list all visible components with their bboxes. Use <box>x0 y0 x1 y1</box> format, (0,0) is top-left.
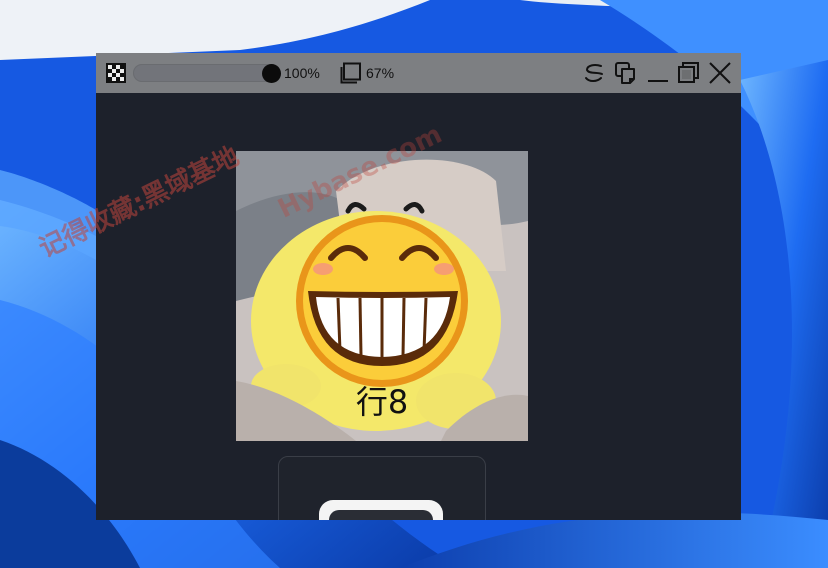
opacity-slider-knob[interactable] <box>262 64 281 83</box>
opacity-slider-track[interactable] <box>133 64 275 82</box>
minimize-icon[interactable] <box>644 53 672 93</box>
pin-icon[interactable] <box>582 53 608 93</box>
zoom-frame-icon[interactable] <box>339 53 363 93</box>
restore-icon[interactable] <box>676 53 702 93</box>
checkerboard-icon[interactable] <box>105 53 127 93</box>
bottom-action-button[interactable] <box>319 500 443 520</box>
opacity-value: 100% <box>284 65 320 81</box>
image-viewer-window[interactable]: 100% 67% 行8 <box>96 53 741 520</box>
viewer-toolbar: 100% 67% <box>96 53 741 93</box>
close-icon[interactable] <box>706 53 734 93</box>
zoom-level: 67% <box>366 65 395 81</box>
bottom-action-panel <box>278 456 486 520</box>
meme-caption: 行8 <box>355 383 409 421</box>
copy-icon[interactable] <box>613 53 639 93</box>
bottom-action-button-inner <box>329 510 433 520</box>
